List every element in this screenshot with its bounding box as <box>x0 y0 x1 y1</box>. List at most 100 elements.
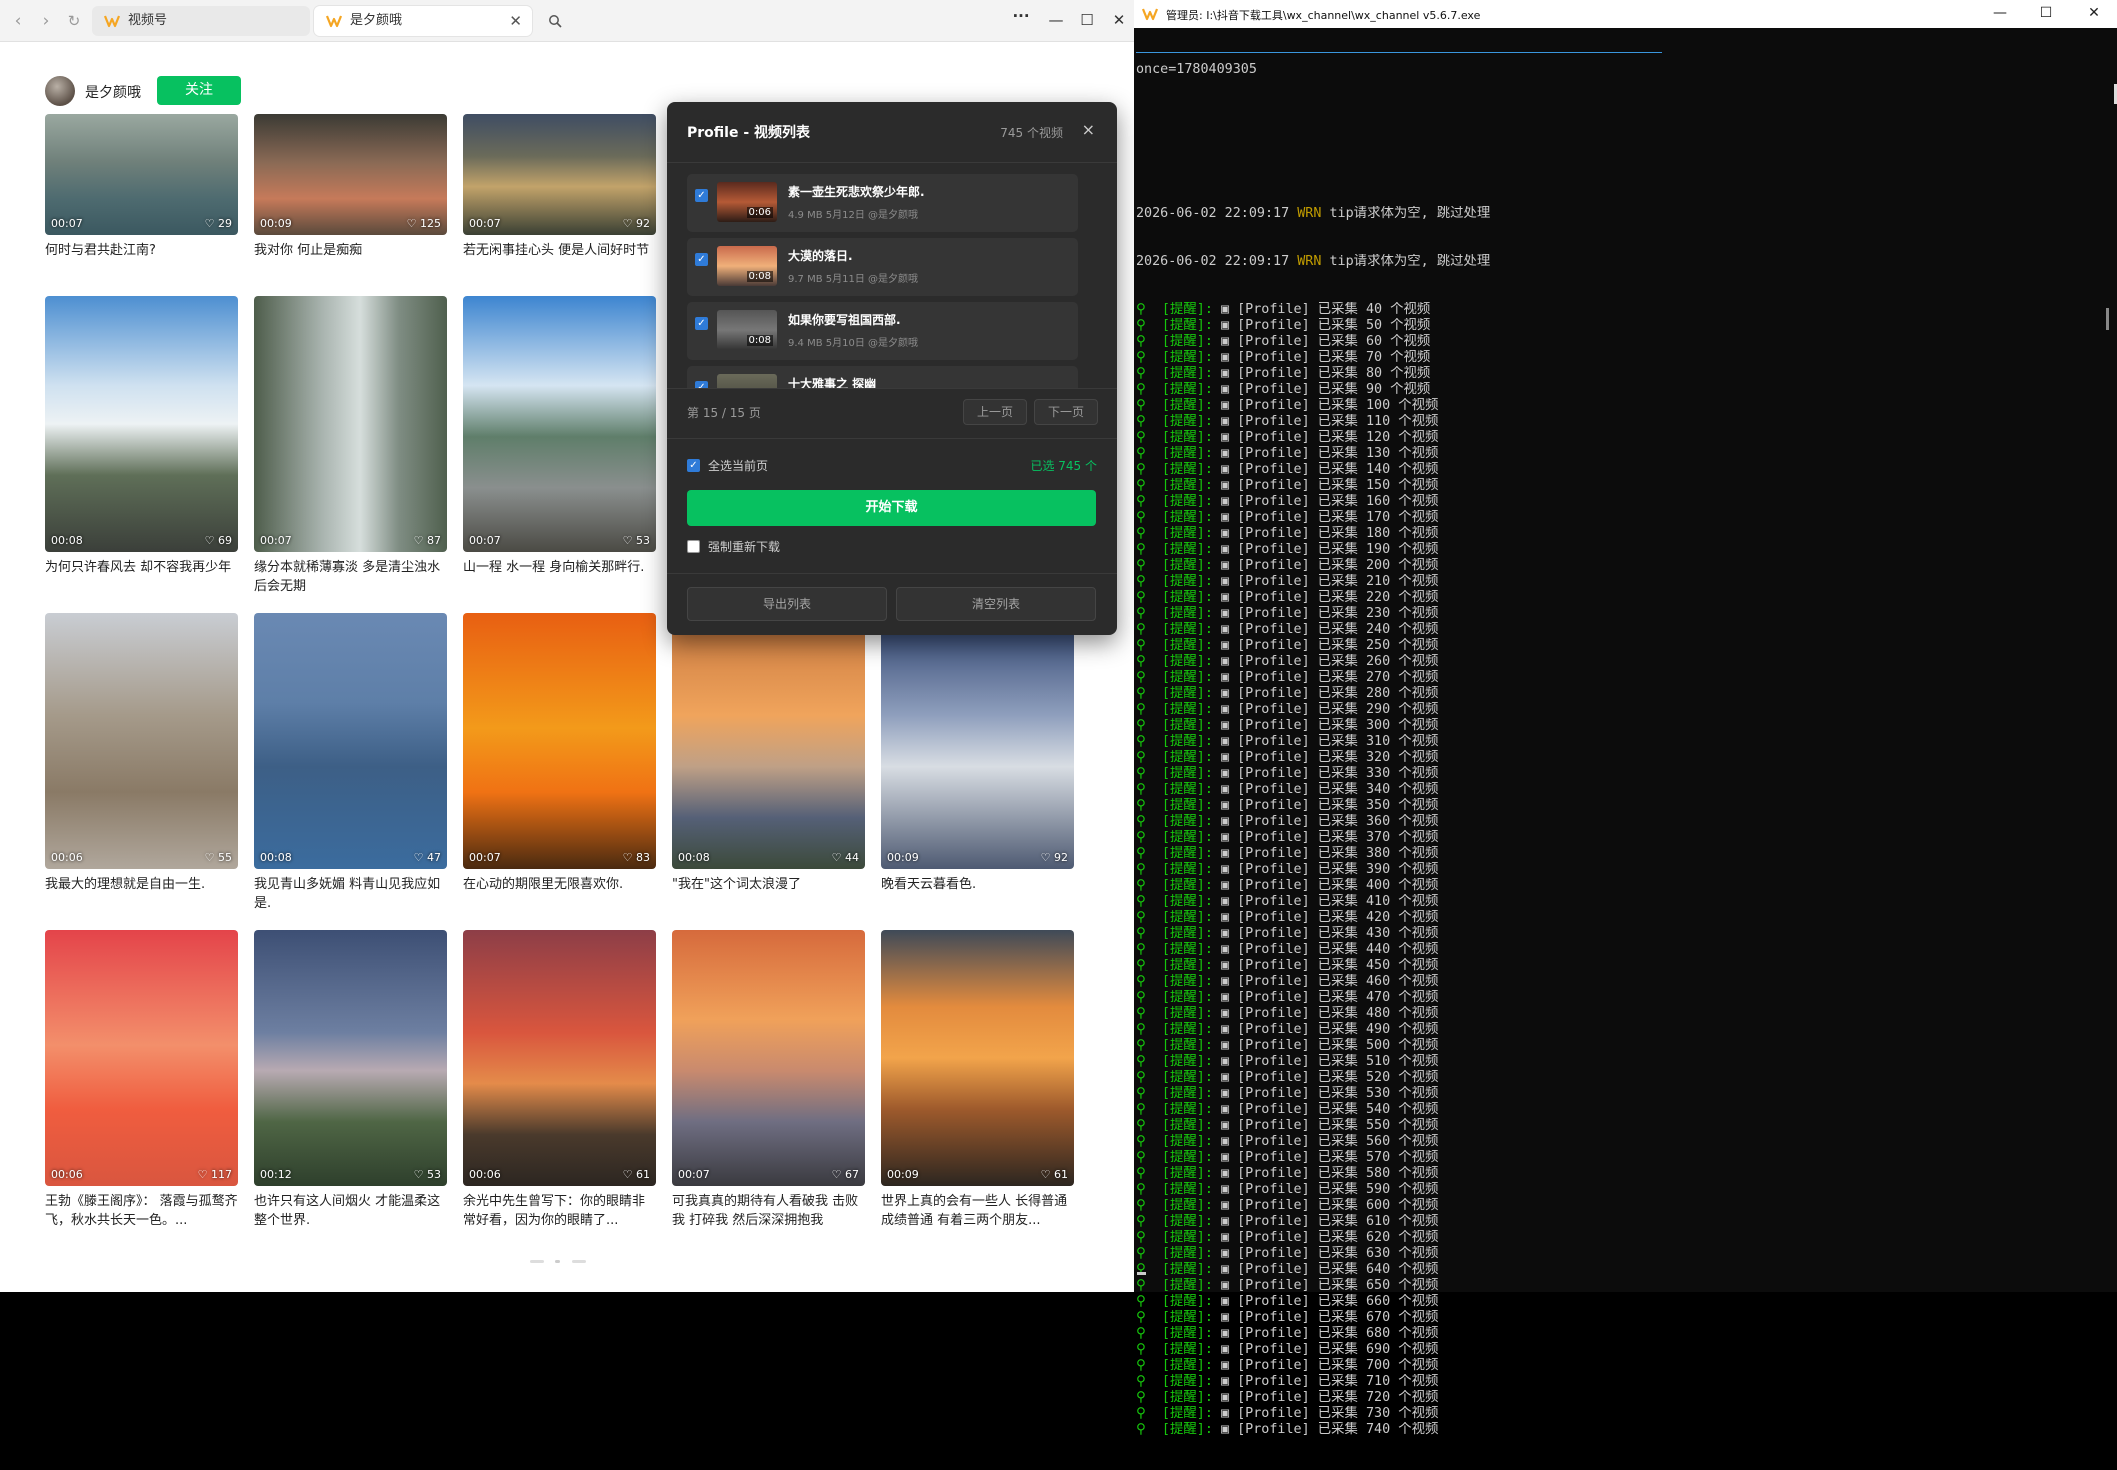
video-list-item[interactable]: ✓ 十大雅事之 探幽 <box>687 366 1078 388</box>
console-cursor <box>1137 1272 1146 1275</box>
video-card[interactable]: 00:09 ♡ 92 晚看天云暮看色. <box>881 613 1074 894</box>
video-title[interactable]: 若无闲事挂心头 便是人间好时节 <box>463 241 656 260</box>
video-card[interactable]: 00:07 ♡ 83 在心动的期限里无限喜欢你. <box>463 613 656 894</box>
video-thumbnail[interactable]: 00:07 ♡ 67 <box>672 930 865 1186</box>
video-title[interactable]: 我对你 何止是痴痴 <box>254 241 447 260</box>
item-checkbox[interactable]: ✓ <box>695 381 708 388</box>
video-thumbnail[interactable]: 00:07 ♡ 29 <box>45 114 238 235</box>
item-meta: 9.4 MB 5月10日 @是夕颜哦 <box>788 338 919 349</box>
forward-icon[interactable]: › <box>34 9 58 33</box>
more-icon[interactable]: ··· <box>1011 7 1031 25</box>
video-list-item[interactable]: ✓ 0:06 素一壶生死悲欢祭少年郎. 4.9 MB 5月12日 @是夕颜哦 <box>687 174 1078 232</box>
video-title[interactable]: 何时与君共赴江南? <box>45 241 238 260</box>
video-card[interactable]: 00:06 ♡ 61 余光中先生曾写下：你的眼睛非常好看，因为你的眼睛了... <box>463 930 656 1230</box>
video-thumbnail[interactable]: 00:08 ♡ 47 <box>254 613 447 869</box>
video-thumbnail[interactable]: 00:06 ♡ 117 <box>45 930 238 1186</box>
video-title[interactable]: 山一程 水一程 身向榆关那畔行. <box>463 558 656 577</box>
video-title[interactable]: 王勃《滕王阁序》： 落霞与孤鹜齐飞，秋水共长天一色。... <box>45 1192 238 1230</box>
video-card[interactable]: 00:07 ♡ 92 若无闲事挂心头 便是人间好时节 <box>463 114 656 260</box>
video-card[interactable]: 00:08 ♡ 69 为何只许春风去 却不容我再少年 <box>45 296 238 577</box>
video-card[interactable]: 00:08 ♡ 47 我见青山多妩媚 料青山见我应如是. <box>254 613 447 913</box>
video-card[interactable]: 00:09 ♡ 125 我对你 何止是痴痴 <box>254 114 447 260</box>
video-title[interactable]: 我见青山多妩媚 料青山见我应如是. <box>254 875 447 913</box>
minimize-icon[interactable]: — <box>1990 5 2010 21</box>
video-thumbnail[interactable]: 00:08 ♡ 69 <box>45 296 238 552</box>
video-title[interactable]: 晚看天云暮看色. <box>881 875 1074 894</box>
video-card[interactable]: 00:08 ♡ 44 "我在"这个词太浪漫了 <box>672 613 865 894</box>
video-thumbnail[interactable]: 00:08 ♡ 44 <box>672 613 865 869</box>
video-list-item[interactable]: ✓ 0:08 如果你要写祖国西部. 9.4 MB 5月10日 @是夕颜哦 <box>687 302 1078 360</box>
console-log-line: ⚲ [提醒]: ▣ [Profile] 已采集 140 个视频 <box>1136 462 1439 477</box>
console-log-line: ⚲ [提醒]: ▣ [Profile] 已采集 480 个视频 <box>1136 1006 1439 1021</box>
video-title[interactable]: 也许只有这人间烟火 才能温柔这整个世界. <box>254 1192 447 1230</box>
maximize-icon[interactable]: ☐ <box>2036 5 2056 21</box>
video-title[interactable]: 为何只许春风去 却不容我再少年 <box>45 558 238 577</box>
video-thumbnail[interactable]: 00:07 ♡ 83 <box>463 613 656 869</box>
item-duration: 0:08 <box>746 271 773 282</box>
video-thumbnail[interactable]: 00:06 ♡ 61 <box>463 930 656 1186</box>
video-card[interactable]: 00:06 ♡ 117 王勃《滕王阁序》： 落霞与孤鹜齐飞，秋水共长天一色。... <box>45 930 238 1230</box>
item-checkbox[interactable]: ✓ <box>695 253 708 266</box>
maximize-icon[interactable]: ☐ <box>1077 11 1097 29</box>
console-log-line: ⚲ [提醒]: ▣ [Profile] 已采集 550 个视频 <box>1136 1118 1439 1133</box>
force-redownload-checkbox[interactable] <box>687 540 700 553</box>
video-title[interactable]: 世界上真的会有一些人 长得普通 成绩普通 有着三两个朋友... <box>881 1192 1074 1230</box>
video-thumbnail[interactable]: 00:12 ♡ 53 <box>254 930 447 1186</box>
video-card[interactable]: 00:07 ♡ 53 山一程 水一程 身向榆关那畔行. <box>463 296 656 577</box>
item-title: 如果你要写祖国西部. <box>788 313 901 327</box>
video-thumbnail[interactable]: 00:06 ♡ 55 <box>45 613 238 869</box>
tab-channels[interactable]: 视频号 <box>92 6 310 36</box>
close-window-icon[interactable]: ✕ <box>2084 5 2104 21</box>
video-title[interactable]: 可我真真的期待有人看破我 击败我 打碎我 然后深深拥抱我 <box>672 1192 865 1230</box>
item-thumbnail: 0:08 <box>717 310 777 350</box>
video-card[interactable]: 00:07 ♡ 29 何时与君共赴江南? <box>45 114 238 260</box>
video-card[interactable]: 00:12 ♡ 53 也许只有这人间烟火 才能温柔这整个世界. <box>254 930 447 1230</box>
console-log-line: ⚲ [提醒]: ▣ [Profile] 已采集 90 个视频 <box>1136 382 1431 397</box>
console-log-line: ⚲ [提醒]: ▣ [Profile] 已采集 300 个视频 <box>1136 718 1439 733</box>
search-icon[interactable] <box>543 9 567 33</box>
video-thumbnail[interactable]: 00:09 ♡ 125 <box>254 114 447 235</box>
video-title[interactable]: 在心动的期限里无限喜欢你. <box>463 875 656 894</box>
console-log-line: ⚲ [提醒]: ▣ [Profile] 已采集 110 个视频 <box>1136 414 1439 429</box>
console-window: 管理员: I:\抖音下载工具\wx_channel\wx_channel v5.… <box>1134 0 2117 1437</box>
export-list-button[interactable]: 导出列表 <box>687 587 887 621</box>
close-icon[interactable]: × <box>1082 120 1095 139</box>
console-log-line: ⚲ [提醒]: ▣ [Profile] 已采集 740 个视频 <box>1136 1422 1439 1437</box>
minimize-icon[interactable]: — <box>1046 11 1066 29</box>
console-scrollbar[interactable] <box>2099 28 2117 1292</box>
video-card[interactable]: 00:07 ♡ 87 缘分本就稀薄寡淡 多是清尘浊水后会无期 <box>254 296 447 596</box>
video-title[interactable]: 缘分本就稀薄寡淡 多是清尘浊水后会无期 <box>254 558 447 596</box>
video-card[interactable]: 00:06 ♡ 55 我最大的理想就是自由一生. <box>45 613 238 894</box>
video-title[interactable]: 我最大的理想就是自由一生. <box>45 875 238 894</box>
console-log-line: ⚲ [提醒]: ▣ [Profile] 已采集 270 个视频 <box>1136 670 1439 685</box>
next-page-button[interactable]: 下一页 <box>1034 399 1098 425</box>
video-list-item[interactable]: ✓ 0:08 大漠的落日. 9.7 MB 5月11日 @是夕颜哦 <box>687 238 1078 296</box>
video-likes: ♡ 53 <box>622 534 650 547</box>
prev-page-button[interactable]: 上一页 <box>963 399 1027 425</box>
follow-button[interactable]: 关注 <box>157 76 241 105</box>
video-card[interactable]: 00:07 ♡ 67 可我真真的期待有人看破我 击败我 打碎我 然后深深拥抱我 <box>672 930 865 1230</box>
video-title[interactable]: "我在"这个词太浪漫了 <box>672 875 865 894</box>
console-output[interactable]: once=1780409305 2026-06-02 22:09:17 WRN … <box>1136 30 2096 1470</box>
video-title[interactable]: 余光中先生曾写下：你的眼睛非常好看，因为你的眼睛了... <box>463 1192 656 1230</box>
video-list[interactable]: ✓ 0:06 素一壶生死悲欢祭少年郎. 4.9 MB 5月12日 @是夕颜哦 ✓ 0:08… <box>687 174 1078 388</box>
video-thumbnail[interactable]: 00:09 ♡ 61 <box>881 930 1074 1186</box>
video-thumbnail[interactable]: 00:07 ♡ 53 <box>463 296 656 552</box>
reload-icon[interactable]: ↻ <box>62 9 86 33</box>
start-download-button[interactable]: 开始下载 <box>687 490 1096 526</box>
item-checkbox[interactable]: ✓ <box>695 317 708 330</box>
select-all-checkbox[interactable]: ✓ <box>687 459 700 472</box>
avatar[interactable] <box>45 76 75 106</box>
close-tab-icon[interactable]: ✕ <box>509 6 522 36</box>
item-checkbox[interactable]: ✓ <box>695 189 708 202</box>
back-icon[interactable]: ‹ <box>6 9 30 33</box>
clear-list-button[interactable]: 清空列表 <box>896 587 1096 621</box>
tab-profile[interactable]: 是夕颜哦 ✕ <box>314 6 532 36</box>
video-thumbnail[interactable]: 00:07 ♡ 92 <box>463 114 656 235</box>
console-log-line: ⚲ [提醒]: ▣ [Profile] 已采集 440 个视频 <box>1136 942 1439 957</box>
video-card[interactable]: 00:09 ♡ 61 世界上真的会有一些人 长得普通 成绩普通 有着三两个朋友... <box>881 930 1074 1230</box>
video-thumbnail[interactable]: 00:07 ♡ 87 <box>254 296 447 552</box>
console-log-line: ⚲ [提醒]: ▣ [Profile] 已采集 630 个视频 <box>1136 1246 1439 1261</box>
video-thumbnail[interactable]: 00:09 ♡ 92 <box>881 613 1074 869</box>
close-window-icon[interactable]: ✕ <box>1109 11 1129 29</box>
